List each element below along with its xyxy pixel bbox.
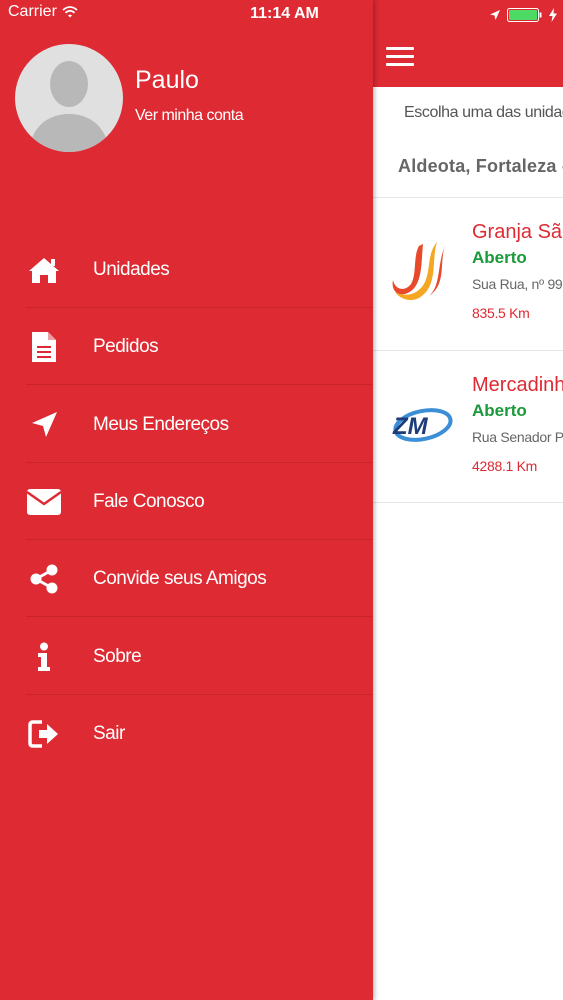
menu-item-fale-conosco[interactable]: Fale Conosco: [0, 463, 373, 540]
sign-out-icon: [26, 716, 62, 752]
envelope-icon: [26, 484, 62, 520]
document-icon: [26, 329, 62, 365]
menu-item-sair[interactable]: Sair: [0, 695, 373, 772]
avatar[interactable]: [15, 44, 123, 152]
store-status: Aberto: [472, 248, 527, 267]
menu-item-label: Sobre: [93, 645, 142, 667]
menu-item-pedidos[interactable]: Pedidos: [0, 308, 373, 385]
svg-text:ZM: ZM: [392, 413, 429, 440]
location-selector[interactable]: Aldeota, Fortaleza - CE: [398, 156, 563, 177]
store-list-item[interactable]: ZM Mercadinho Aberto Rua Senador P 4288.…: [373, 351, 563, 503]
carrier-label: Carrier: [8, 3, 57, 20]
granja-logo: [392, 242, 445, 300]
status-left: Carrier: [8, 3, 78, 21]
wifi-icon: [62, 6, 78, 18]
hamburger-menu-button[interactable]: [386, 45, 416, 69]
nav-bar: [373, 0, 563, 87]
zm-logo: ZM: [392, 408, 453, 442]
view-account-link[interactable]: Ver minha conta: [135, 107, 244, 125]
store-list-item[interactable]: Granja São Aberto Sua Rua, nº 990 835.5 …: [373, 198, 563, 350]
units-screen: Escolha uma das unidades Aldeota, Fortal…: [373, 0, 563, 1000]
store-distance: 835.5 Km: [472, 305, 530, 321]
store-distance: 4288.1 Km: [472, 458, 538, 474]
user-placeholder-icon: [29, 61, 109, 152]
store-address: Sua Rua, nº 990: [472, 276, 563, 292]
location-arrow-icon: [26, 407, 62, 443]
menu-item-unidades[interactable]: Unidades: [0, 231, 373, 308]
info-icon: [26, 639, 62, 675]
store-name: Granja São: [472, 221, 563, 243]
menu-item-meus-enderecos[interactable]: Meus Endereços: [0, 386, 373, 463]
share-icon: [26, 561, 62, 597]
menu-item-label: Unidades: [93, 258, 170, 280]
menu-item-sobre[interactable]: Sobre: [0, 618, 373, 695]
menu-item-convide-amigos[interactable]: Convide seus Amigos: [0, 540, 373, 617]
divider: [373, 502, 563, 503]
menu-item-label: Fale Conosco: [93, 490, 205, 512]
status-right: [489, 5, 557, 25]
choose-unit-subtitle: Escolha uma das unidades: [404, 104, 563, 121]
menu-item-label: Convide seus Amigos: [93, 567, 267, 589]
location-services-icon: [490, 10, 500, 20]
menu-item-label: Sair: [93, 722, 125, 744]
charging-icon: [549, 8, 557, 22]
store-name: Mercadinho: [472, 374, 563, 396]
menu-item-label: Pedidos: [93, 335, 159, 357]
menu-item-label: Meus Endereços: [93, 413, 229, 435]
battery-icon: [507, 8, 542, 22]
store-address: Rua Senador P: [472, 429, 563, 445]
user-name: Paulo: [135, 66, 199, 94]
home-icon: [26, 252, 62, 288]
side-drawer: Carrier 11:14 AM Paulo Ver minha conta U…: [0, 0, 373, 1000]
store-status: Aberto: [472, 401, 527, 420]
